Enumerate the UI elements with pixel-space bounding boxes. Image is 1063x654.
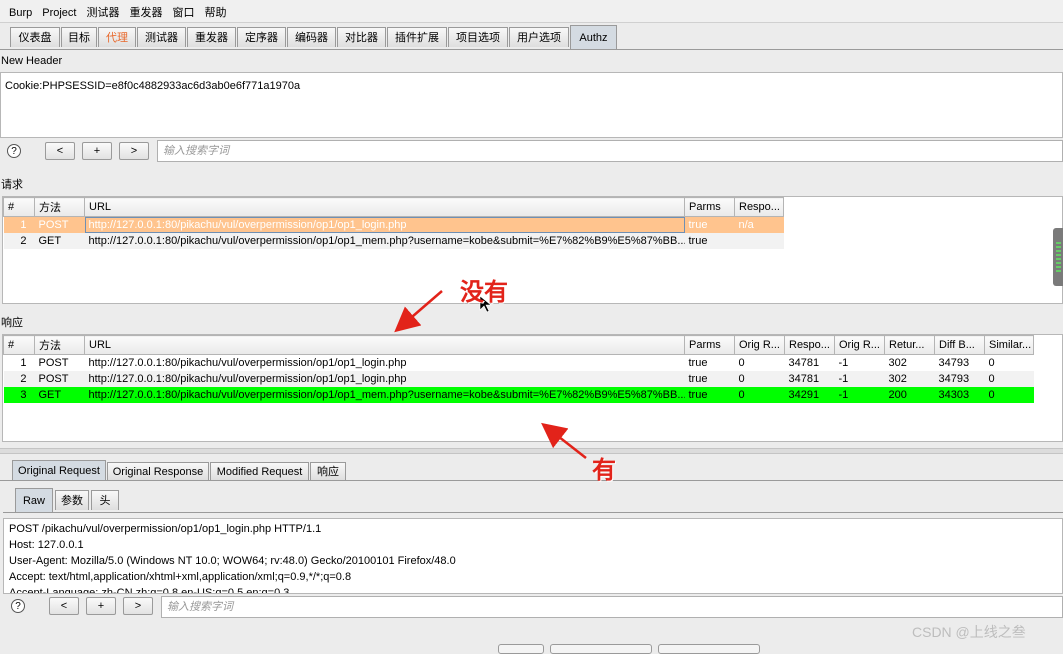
arrow-icon-bottom xyxy=(541,422,587,459)
watermark: CSDN @上线之叁 xyxy=(912,624,1026,640)
annotation-has: 有 xyxy=(592,455,616,484)
annotation-none: 没有 xyxy=(460,277,508,306)
annotation-arrows xyxy=(394,290,587,459)
arrow-icon-top xyxy=(394,290,443,333)
